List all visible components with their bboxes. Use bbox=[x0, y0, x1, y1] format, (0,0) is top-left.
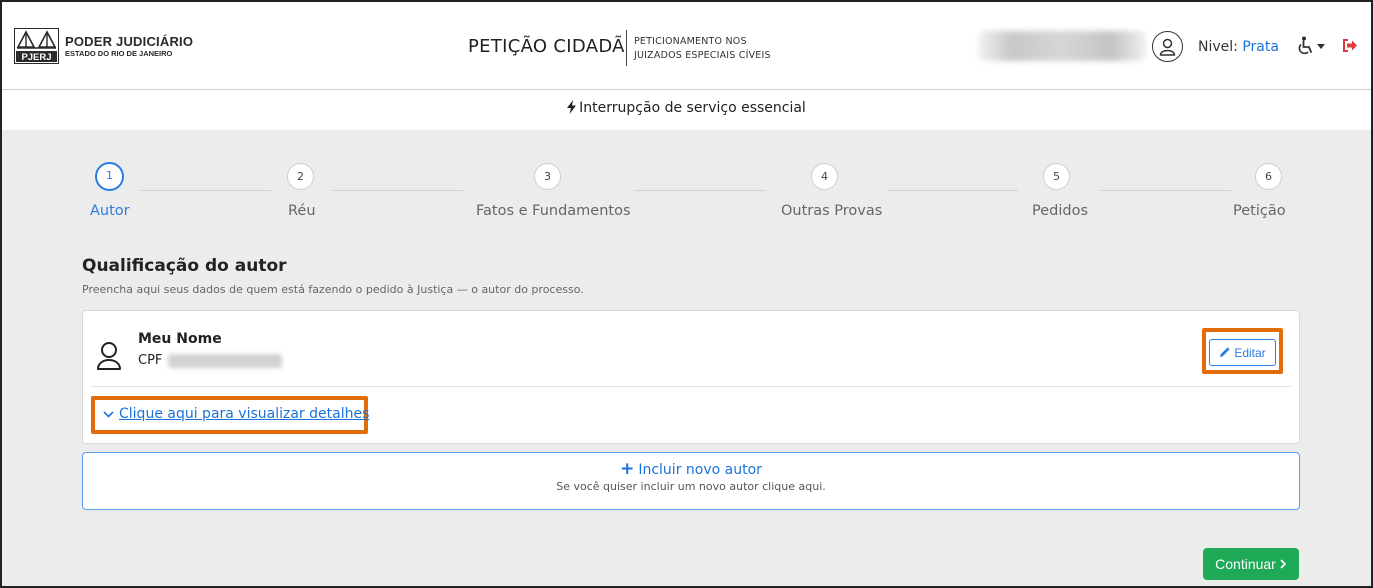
step-connector bbox=[141, 190, 271, 191]
step-6-label[interactable]: Petição bbox=[1233, 203, 1286, 219]
continue-label: Continuar bbox=[1215, 556, 1276, 572]
logo-title: PODER JUDICIÁRIO bbox=[65, 33, 194, 49]
step-3-label[interactable]: Fatos e Fundamentos bbox=[476, 203, 631, 219]
step-5-circle[interactable]: 5 bbox=[1043, 163, 1070, 190]
user-icon bbox=[1159, 38, 1176, 56]
edit-author-button[interactable]: Editar bbox=[1209, 339, 1276, 366]
app-subtitle: PETICIONAMENTO NOS JUIZADOS ESPECIAIS CÍ… bbox=[634, 35, 771, 63]
scales-of-justice-icon: PJERJ bbox=[14, 28, 59, 64]
bolt-icon bbox=[567, 100, 577, 114]
sign-out-icon bbox=[1343, 39, 1357, 52]
step-5-label[interactable]: Pedidos bbox=[1032, 203, 1088, 219]
author-name: Meu Nome bbox=[138, 331, 222, 347]
app-subtitle-line1: PETICIONAMENTO NOS bbox=[634, 36, 747, 47]
chevron-down-icon bbox=[1317, 43, 1325, 49]
person-icon bbox=[96, 341, 122, 375]
notice-text: Interrupção de serviço essencial bbox=[579, 100, 806, 116]
chevron-down-icon bbox=[103, 410, 114, 418]
view-details-link[interactable]: Clique aqui para visualizar detalhes bbox=[103, 406, 369, 422]
logo-subtitle: ESTADO DO RIO DE JANEIRO bbox=[65, 48, 173, 58]
title-divider bbox=[626, 30, 627, 66]
level-value-link[interactable]: Prata bbox=[1242, 39, 1279, 55]
app-title: PETIÇÃO CIDADÃ bbox=[468, 36, 625, 57]
step-1-circle[interactable]: 1 bbox=[95, 162, 124, 191]
step-4-circle[interactable]: 4 bbox=[811, 163, 838, 190]
app-subtitle-line2: JUIZADOS ESPECIAIS CÍVEIS bbox=[634, 50, 771, 61]
author-card: Meu Nome CPF Editar Clique aqui para vis… bbox=[82, 310, 1300, 444]
add-author-button[interactable]: + Incluir novo autor Se você quiser incl… bbox=[82, 452, 1300, 510]
step-connector bbox=[888, 190, 1018, 191]
step-connector bbox=[635, 190, 765, 191]
user-level: Nivel: Prata bbox=[1198, 39, 1279, 55]
card-divider bbox=[91, 386, 1291, 387]
section-title: Qualificação do autor bbox=[82, 256, 287, 276]
step-3-circle[interactable]: 3 bbox=[534, 163, 561, 190]
app-frame: PJERJ PODER JUDICIÁRIO ESTADO DO RIO DE … bbox=[0, 0, 1373, 588]
cpf-label: CPF bbox=[138, 353, 163, 368]
edit-button-label: Editar bbox=[1234, 345, 1266, 360]
user-name-redacted bbox=[978, 31, 1146, 61]
step-2-circle[interactable]: 2 bbox=[287, 163, 314, 190]
section-subtitle: Preencha aqui seus dados de quem está fa… bbox=[82, 283, 584, 296]
accessibility-dropdown[interactable] bbox=[1296, 36, 1325, 56]
top-header: PJERJ PODER JUDICIÁRIO ESTADO DO RIO DE … bbox=[2, 2, 1371, 90]
logout-button[interactable] bbox=[1342, 38, 1358, 57]
step-connector bbox=[333, 190, 463, 191]
logo-badge-text: PJERJ bbox=[21, 52, 51, 63]
add-author-subtitle: Se você quiser incluir um novo autor cli… bbox=[556, 480, 826, 493]
level-label: Nivel: bbox=[1198, 39, 1238, 55]
author-cpf: CPF bbox=[138, 353, 283, 368]
chevron-right-icon bbox=[1280, 559, 1287, 569]
pencil-icon bbox=[1220, 347, 1231, 357]
tjrj-logo[interactable]: PJERJ PODER JUDICIÁRIO ESTADO DO RIO DE … bbox=[14, 28, 193, 64]
step-6-circle[interactable]: 6 bbox=[1255, 163, 1282, 190]
step-1-label[interactable]: Autor bbox=[90, 203, 130, 219]
step-4-label[interactable]: Outras Provas bbox=[781, 203, 882, 219]
cpf-value-redacted bbox=[168, 353, 283, 368]
service-notice[interactable]: Interrupção de serviço essencial bbox=[2, 90, 1371, 130]
step-connector bbox=[1101, 190, 1231, 191]
continue-button[interactable]: Continuar bbox=[1203, 548, 1299, 580]
plus-icon: + bbox=[620, 459, 635, 479]
wheelchair-icon bbox=[1298, 36, 1312, 55]
user-profile-button[interactable] bbox=[1152, 31, 1183, 62]
step-2-label[interactable]: Réu bbox=[288, 203, 316, 219]
add-author-title: Incluir novo autor bbox=[638, 461, 762, 478]
view-details-text: Clique aqui para visualizar detalhes bbox=[119, 406, 370, 422]
